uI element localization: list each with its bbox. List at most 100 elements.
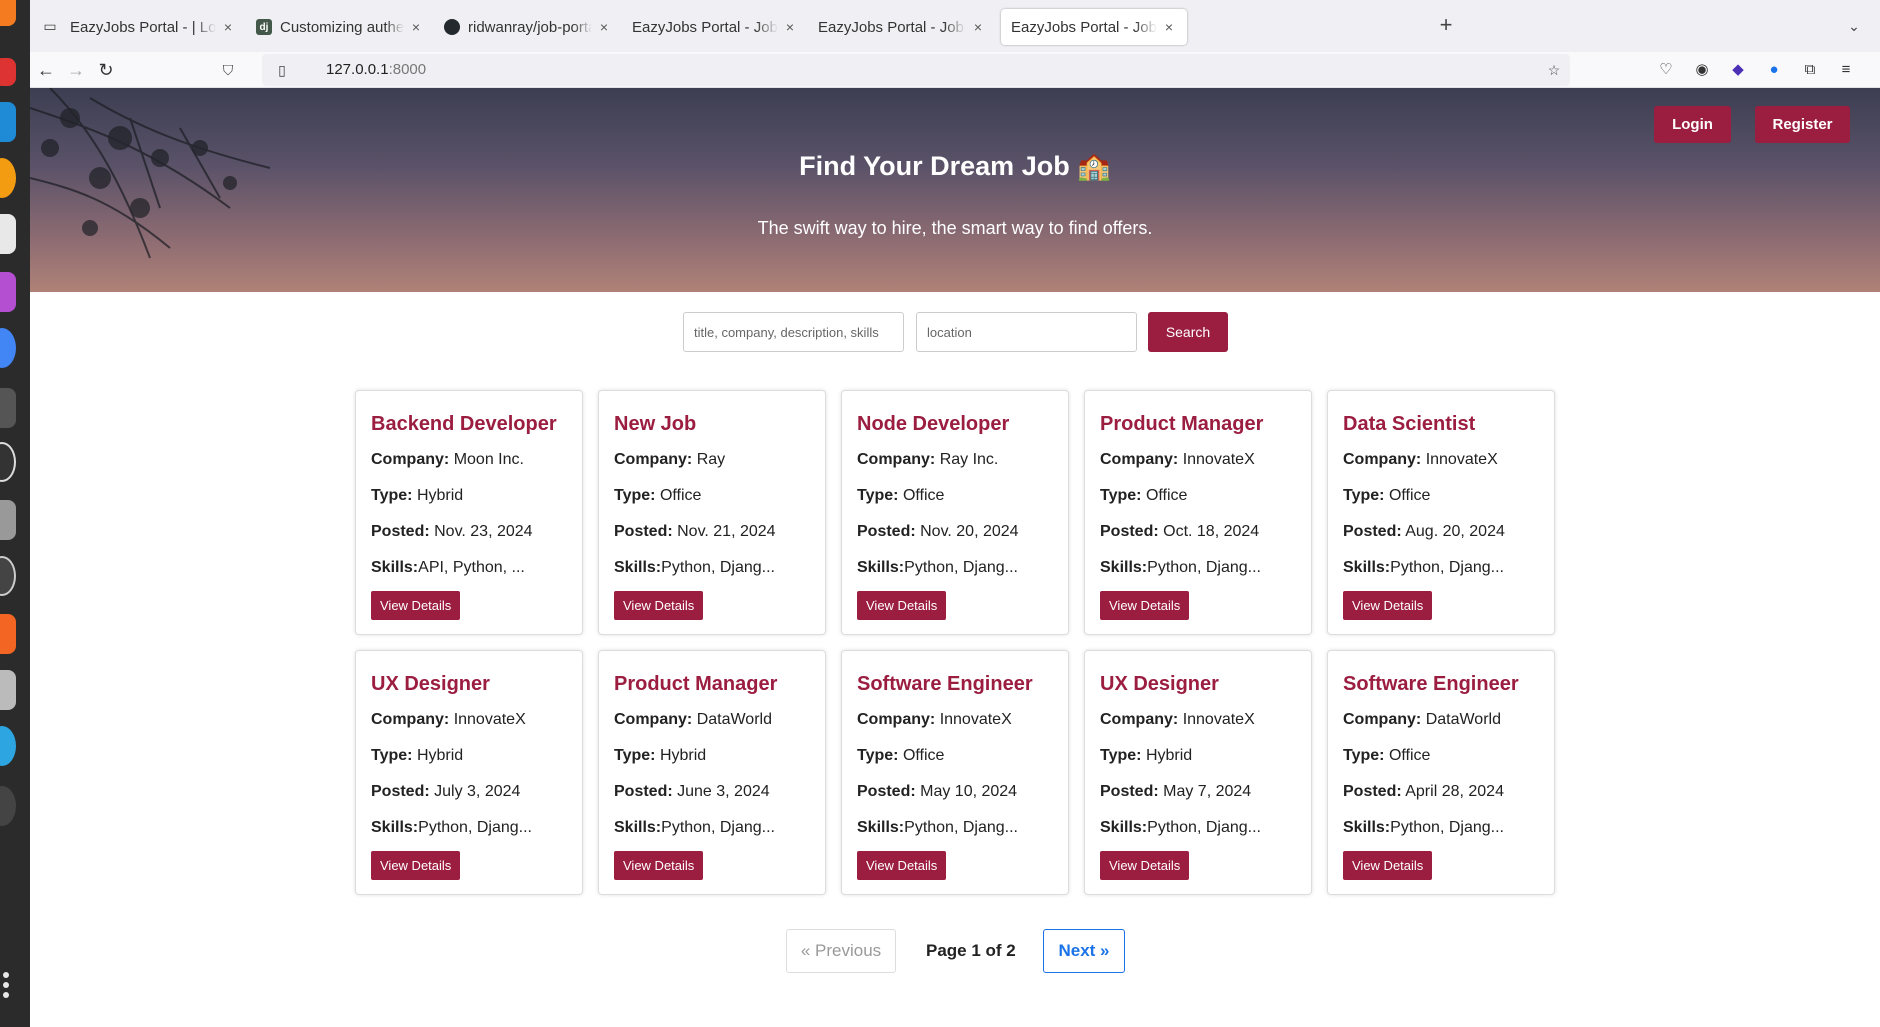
- job-posted: Posted: May 10, 2024: [857, 782, 1053, 802]
- vscode-dock-icon[interactable]: [0, 102, 16, 142]
- location-search-input[interactable]: [916, 312, 1137, 352]
- hero-title: Find Your Dream Job 🏫: [799, 151, 1111, 181]
- tab-0[interactable]: EazyJobs Portal - | Login ×: [60, 9, 246, 45]
- tab-4[interactable]: EazyJobs Portal - Job Portal ×: [808, 9, 996, 45]
- view-details-button[interactable]: View Details: [371, 591, 461, 620]
- url-host: 127.0.0.1: [326, 61, 389, 78]
- browser-dock-icon[interactable]: [0, 158, 16, 198]
- job-title[interactable]: Software Engineer: [1343, 673, 1539, 696]
- extension-icon[interactable]: ◆: [1726, 58, 1750, 82]
- job-company: Company: Ray: [614, 450, 810, 470]
- show-apps-icon[interactable]: [3, 972, 11, 1002]
- posted-label: Posted:: [614, 783, 673, 800]
- job-card: UX Designer Company: InnovateX Type: Hybri…: [1084, 650, 1312, 895]
- view-details-button[interactable]: View Details: [1100, 851, 1190, 880]
- company-value: Ray: [696, 451, 726, 468]
- view-details-button[interactable]: View Details: [614, 851, 704, 880]
- posted-label: Posted:: [371, 523, 430, 540]
- tab-1[interactable]: dj Customizing authenticati ×: [246, 9, 434, 45]
- clock-dock-icon[interactable]: [0, 442, 16, 482]
- text-editor-dock-icon[interactable]: [0, 214, 16, 254]
- files-dock-icon[interactable]: [0, 500, 16, 540]
- chrome-dock-icon[interactable]: [0, 328, 16, 368]
- job-title[interactable]: Product Manager: [1100, 413, 1296, 436]
- job-title[interactable]: UX Designer: [1100, 673, 1296, 696]
- settings-dock-icon[interactable]: [0, 556, 16, 596]
- close-tab-icon[interactable]: ×: [782, 19, 798, 35]
- search-button[interactable]: Search: [1148, 312, 1228, 352]
- company-value: DataWorld: [1425, 711, 1501, 728]
- keyword-search-input[interactable]: [683, 312, 904, 352]
- type-value: Office: [659, 487, 702, 504]
- job-title[interactable]: UX Designer: [371, 673, 567, 696]
- login-button[interactable]: Login: [1654, 106, 1731, 143]
- pocket-icon[interactable]: ♡: [1654, 58, 1678, 82]
- account-icon[interactable]: ◉: [1690, 58, 1714, 82]
- view-details-button[interactable]: View Details: [1100, 591, 1190, 620]
- type-label: Type:: [1100, 487, 1142, 504]
- close-tab-icon[interactable]: ×: [1161, 19, 1177, 35]
- calendar-dock-icon[interactable]: [0, 58, 16, 86]
- hamburger-menu-icon[interactable]: ≡: [1834, 58, 1858, 82]
- tab-list-icon[interactable]: ▭: [38, 14, 62, 38]
- search-bar: Search: [30, 312, 1880, 352]
- tab-3[interactable]: EazyJobs Portal - Job Portal ×: [622, 9, 808, 45]
- company-label: Company:: [1100, 711, 1179, 728]
- view-details-button[interactable]: View Details: [857, 851, 947, 880]
- job-card: Product Manager Company: DataWorld Type: H…: [598, 650, 826, 895]
- close-tab-icon[interactable]: ×: [408, 19, 424, 35]
- hero-subtitle: The swift way to hire, the smart way to …: [757, 218, 1153, 238]
- other-dock-icon[interactable]: [0, 786, 16, 826]
- job-title[interactable]: Node Developer: [857, 413, 1053, 436]
- skills-label: Skills:: [1100, 559, 1148, 576]
- chevron-down-icon[interactable]: ⌄: [1842, 14, 1866, 38]
- view-details-button[interactable]: View Details: [857, 591, 947, 620]
- skills-label: Skills:: [1343, 559, 1391, 576]
- job-title[interactable]: Backend Developer: [371, 413, 567, 436]
- view-details-button[interactable]: View Details: [1343, 591, 1433, 620]
- url-text[interactable]: 127.0.0.1:8000: [326, 61, 426, 78]
- tab-5-active[interactable]: EazyJobs Portal - Job Portal ×: [1001, 9, 1187, 45]
- job-skills: Skills:Python, Djang...: [857, 558, 1053, 578]
- search-dock-icon[interactable]: [0, 670, 16, 710]
- bookmark-star-icon[interactable]: ☆: [1544, 60, 1564, 80]
- back-arrow-icon[interactable]: ←: [32, 56, 60, 84]
- close-tab-icon[interactable]: ×: [220, 19, 236, 35]
- next-page-button[interactable]: Next »: [1043, 929, 1125, 973]
- forward-arrow-icon[interactable]: →: [62, 56, 90, 84]
- software-dock-icon[interactable]: [0, 614, 16, 654]
- close-tab-icon[interactable]: ×: [970, 19, 986, 35]
- job-posted: Posted: June 3, 2024: [614, 782, 810, 802]
- firefox-dock-icon[interactable]: [0, 0, 16, 26]
- type-label: Type:: [857, 487, 899, 504]
- view-details-button[interactable]: View Details: [1343, 851, 1433, 880]
- tab-2[interactable]: ridwanray/job-portal-tem ×: [434, 9, 622, 45]
- terminal-dock-icon[interactable]: [0, 388, 16, 428]
- url-bar[interactable]: ⛉ ▯ 127.0.0.1:8000 ☆: [223, 54, 1570, 86]
- shield-icon[interactable]: ⛉: [218, 60, 238, 80]
- telegram-dock-icon[interactable]: [0, 726, 16, 766]
- extensions-puzzle-icon[interactable]: ⧉: [1798, 58, 1822, 82]
- view-details-button[interactable]: View Details: [614, 591, 704, 620]
- skills-value: Python, Djang...: [1390, 559, 1504, 576]
- job-title[interactable]: Data Scientist: [1343, 413, 1539, 436]
- close-tab-icon[interactable]: ×: [596, 19, 612, 35]
- tab-title: ridwanray/job-portal-tem: [468, 18, 592, 36]
- type-value: Office: [1388, 487, 1431, 504]
- job-company: Company: DataWorld: [1343, 710, 1539, 730]
- skills-label: Skills:: [614, 819, 662, 836]
- media-dock-icon[interactable]: [0, 272, 16, 312]
- job-title[interactable]: New Job: [614, 413, 810, 436]
- type-label: Type:: [1100, 747, 1142, 764]
- job-title[interactable]: Product Manager: [614, 673, 810, 696]
- register-button[interactable]: Register: [1755, 106, 1850, 143]
- tab-bar: ▭ EazyJobs Portal - | Login × dj Customi…: [30, 0, 1880, 52]
- posted-value: Nov. 21, 2024: [677, 523, 776, 540]
- view-details-button[interactable]: View Details: [371, 851, 461, 880]
- previous-page-button[interactable]: « Previous: [786, 929, 896, 973]
- job-title[interactable]: Software Engineer: [857, 673, 1053, 696]
- extension-blue-icon[interactable]: ●: [1762, 58, 1786, 82]
- page-info-icon[interactable]: ▯: [272, 60, 292, 80]
- new-tab-button[interactable]: +: [1434, 14, 1458, 38]
- reload-icon[interactable]: ↻: [92, 56, 120, 84]
